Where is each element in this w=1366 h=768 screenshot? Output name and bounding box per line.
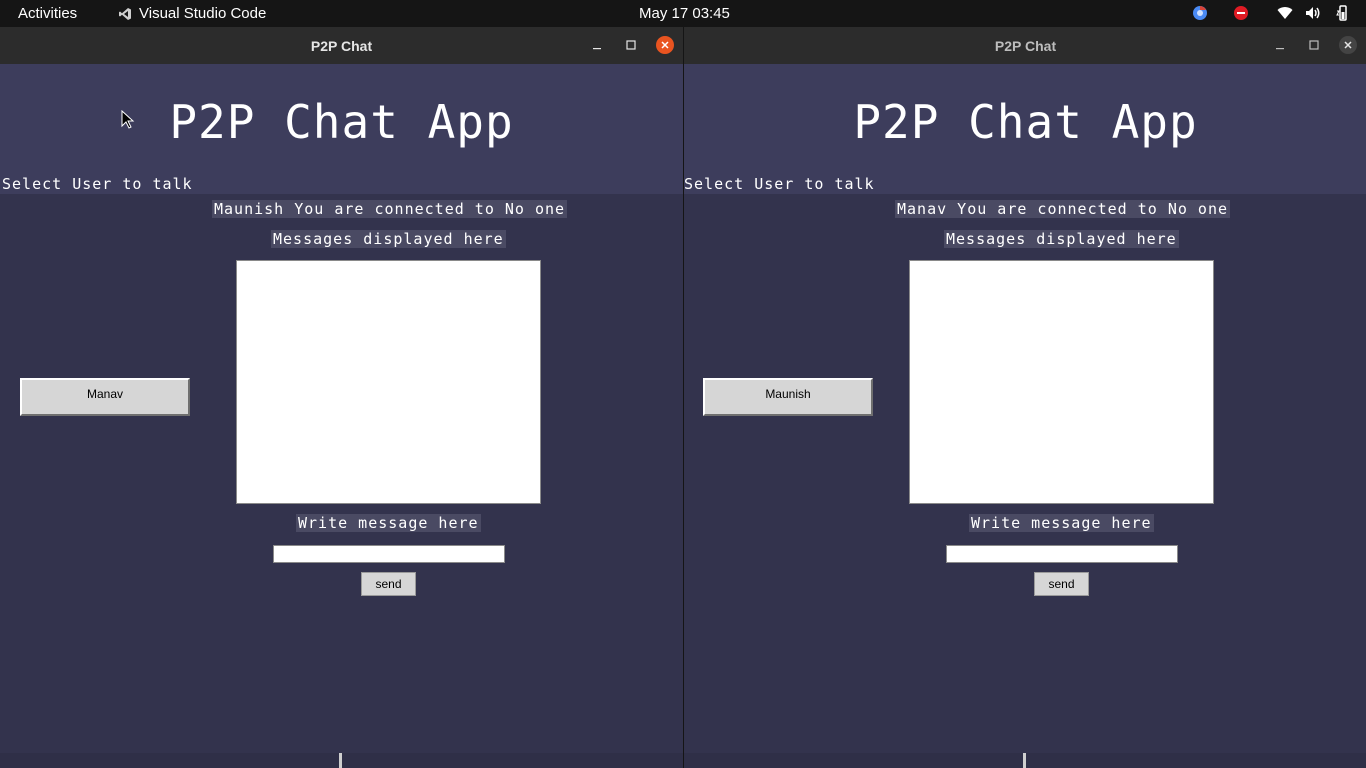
mouse-cursor-icon — [121, 109, 135, 130]
chrome-icon[interactable] — [1191, 4, 1209, 22]
window-titlebar[interactable]: P2P Chat — [684, 27, 1366, 64]
connection-status: Manav You are connected to No one — [895, 200, 1231, 218]
minimize-icon[interactable] — [1271, 36, 1289, 54]
window-title: P2P Chat — [310, 38, 373, 54]
message-input[interactable] — [946, 545, 1178, 563]
vscode-icon — [118, 7, 132, 21]
scrollbar-handle[interactable] — [339, 753, 342, 768]
messages-display[interactable] — [236, 260, 541, 504]
messages-display[interactable] — [909, 260, 1214, 504]
close-icon[interactable] — [1339, 36, 1357, 54]
select-user-label: Select User to talk — [684, 175, 875, 193]
activities-button[interactable]: Activities — [18, 5, 77, 22]
user-button-manav[interactable]: Manav — [20, 378, 190, 416]
scrollbar-handle[interactable] — [1023, 753, 1026, 768]
minimize-icon[interactable] — [588, 36, 606, 54]
clock[interactable]: May 17 03:45 — [639, 5, 730, 22]
app-menu[interactable]: Visual Studio Code — [118, 5, 266, 22]
user-button-maunish[interactable]: Maunish — [703, 378, 873, 416]
select-user-label: Select User to talk — [2, 175, 193, 193]
write-message-label: Write message here — [969, 514, 1154, 532]
app-title: P2P Chat App — [853, 95, 1198, 149]
top-bar: Activities Visual Studio Code May 17 03:… — [0, 0, 1366, 27]
window-titlebar[interactable]: P2P Chat — [0, 27, 683, 64]
send-button[interactable]: send — [1034, 572, 1089, 596]
send-button[interactable]: send — [361, 572, 416, 596]
maximize-icon[interactable] — [622, 36, 640, 54]
messages-label: Messages displayed here — [271, 230, 506, 248]
connection-status: Maunish You are connected to No one — [212, 200, 568, 218]
app-name: Visual Studio Code — [139, 5, 267, 22]
window-title: P2P Chat — [994, 38, 1057, 54]
chat-window-left: P2P Chat P2P Chat App Select User to tal… — [0, 27, 683, 768]
do-not-disturb-icon[interactable] — [1232, 4, 1250, 22]
chat-window-right: P2P Chat P2P Chat App Select User to tal… — [684, 27, 1366, 768]
volume-icon[interactable] — [1304, 4, 1322, 22]
maximize-icon[interactable] — [1305, 36, 1323, 54]
messages-label: Messages displayed here — [944, 230, 1179, 248]
battery-icon[interactable] — [1334, 4, 1352, 22]
app-title: P2P Chat App — [169, 95, 514, 149]
wifi-icon[interactable] — [1276, 4, 1294, 22]
message-input[interactable] — [273, 545, 505, 563]
close-icon[interactable] — [656, 36, 674, 54]
write-message-label: Write message here — [296, 514, 481, 532]
